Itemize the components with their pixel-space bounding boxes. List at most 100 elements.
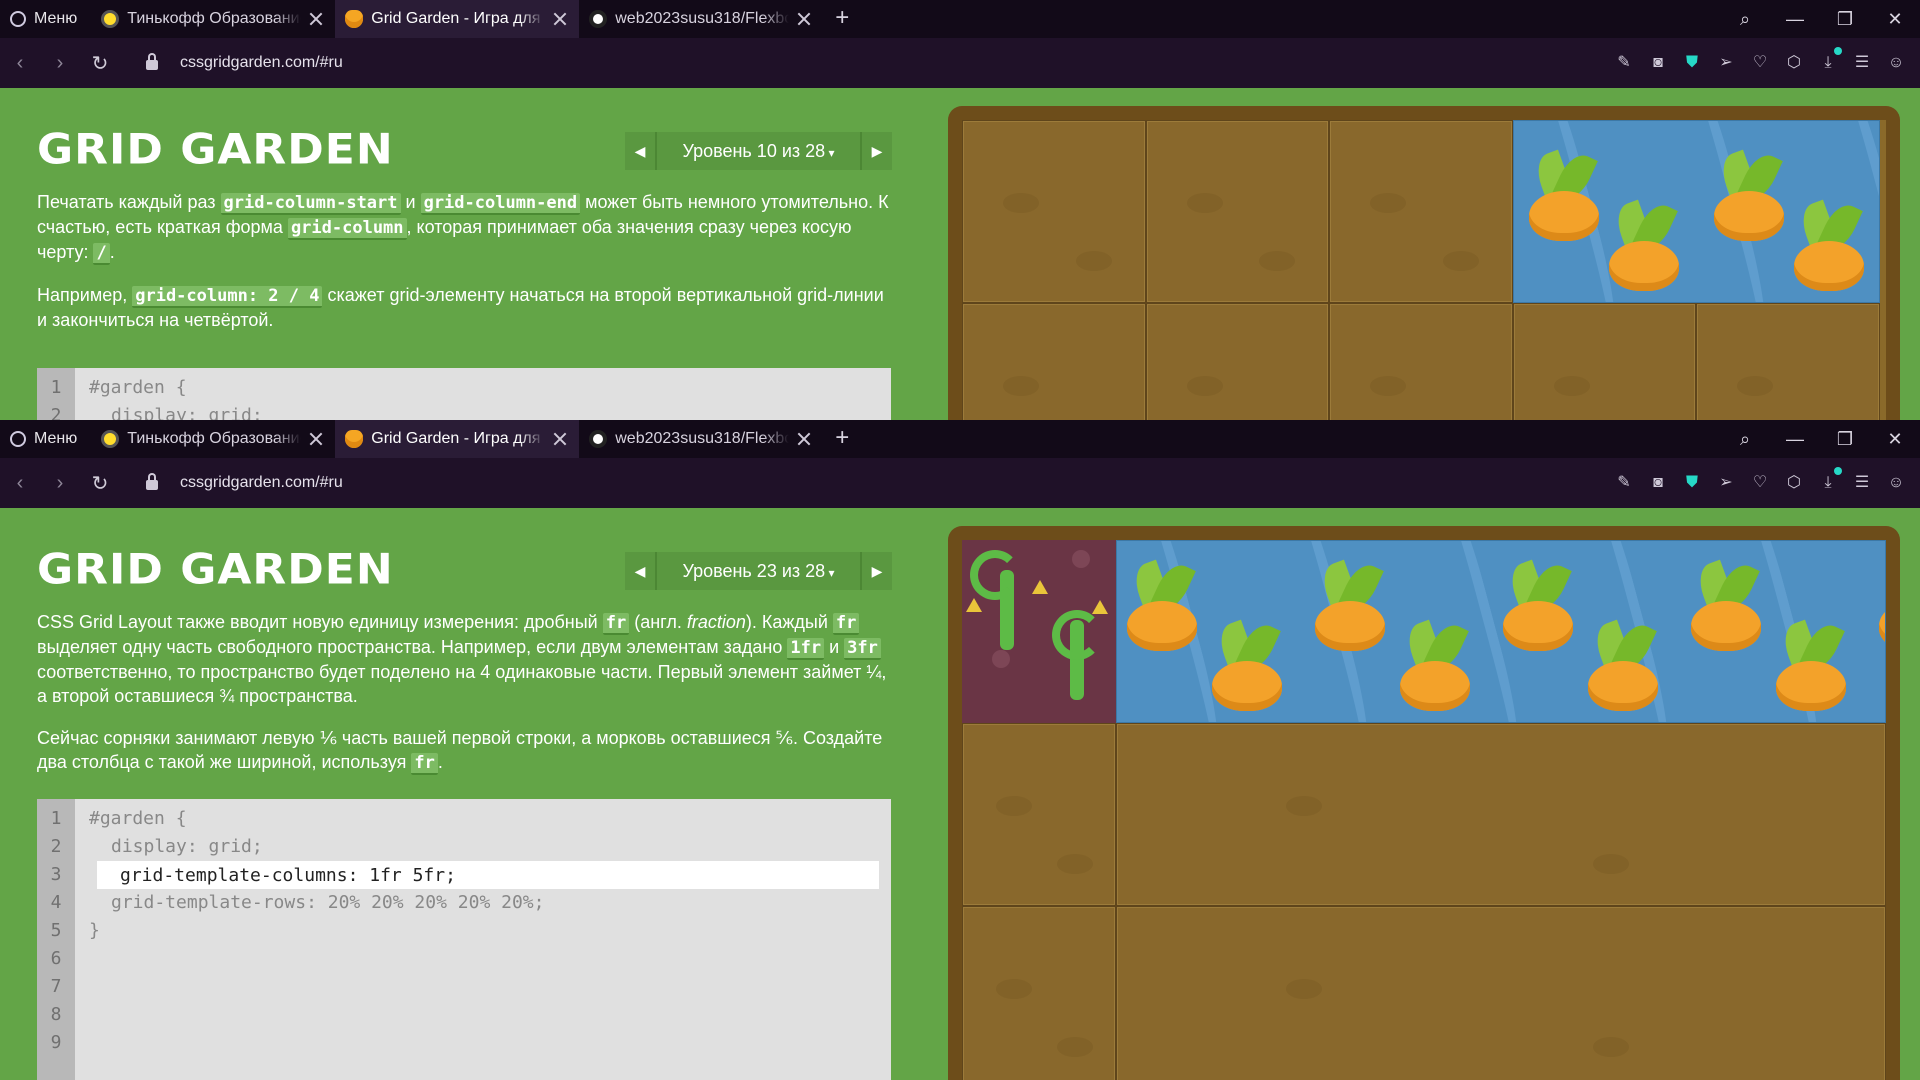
tab-github[interactable]: web2023susu318/Flexbox ·	[579, 0, 823, 38]
code-term: 1fr	[787, 638, 825, 660]
heart-icon[interactable]: ♡	[1750, 53, 1770, 73]
lock-icon[interactable]	[146, 473, 158, 490]
settings-icon[interactable]: ☰	[1852, 53, 1872, 73]
next-level-icon[interactable]: ▶	[860, 132, 892, 170]
menu-label: Меню	[34, 430, 78, 447]
tab-grid-garden[interactable]: Grid Garden - Игра для изу	[335, 0, 580, 38]
search-icon[interactable]: ⌕	[1720, 429, 1770, 450]
page-content: Grid Garden ◀ Уровень 10 из 28 ▶ Печатат…	[0, 88, 1920, 420]
line-number: 7	[50, 976, 62, 997]
profile-icon[interactable]: ☺	[1886, 473, 1906, 493]
grid-garden-icon	[345, 430, 364, 448]
task-paragraph: Сейчас сорняки занимают левую ⅙ часть ва…	[37, 726, 891, 775]
close-tab-icon[interactable]	[553, 432, 567, 446]
carrot-icon	[1776, 611, 1846, 711]
tab-title: Тинькофф Образование	[127, 430, 302, 447]
close-tab-icon[interactable]	[553, 12, 567, 26]
line-number: 5	[50, 920, 62, 941]
forward-icon[interactable]: ›	[40, 472, 80, 495]
level-label[interactable]: Уровень 23 из 28	[657, 561, 860, 582]
close-icon[interactable]: ✕	[1870, 429, 1920, 450]
restore-icon[interactable]: ❐	[1820, 9, 1870, 30]
css-editor[interactable]: 1 2 3 4 5 6 7 8 9 #garden { display: gri…	[37, 799, 891, 1080]
carrot-body	[1503, 601, 1573, 651]
tab-title: web2023susu318/Flexbox ·	[615, 10, 790, 27]
tab-bar: Меню Тинькофф Образование Grid Garden - …	[0, 0, 1920, 38]
github-icon	[589, 10, 608, 28]
new-tab-button[interactable]: +	[823, 0, 861, 38]
tab-tinkoff[interactable]: Тинькофф Образование	[91, 0, 335, 38]
close-tab-icon[interactable]	[797, 12, 811, 26]
url-field[interactable]: cssgridgarden.com/#ru	[180, 54, 343, 72]
restore-icon[interactable]: ❐	[1820, 429, 1870, 450]
minimize-icon[interactable]: —	[1770, 429, 1820, 450]
css-editor[interactable]: 1 2 #garden { display: grid;	[37, 368, 891, 420]
level-selector[interactable]: ◀ Уровень 23 из 28 ▶	[625, 552, 892, 590]
close-tab-icon[interactable]	[309, 432, 323, 446]
text: и	[400, 192, 421, 212]
tab-github[interactable]: web2023susu318/Flexbox ·	[579, 420, 823, 458]
line-number: 8	[50, 1004, 62, 1025]
curl	[1052, 610, 1102, 660]
tab-tinkoff[interactable]: Тинькофф Образование	[91, 420, 335, 458]
download-icon[interactable]: ⤓	[1818, 47, 1842, 73]
opera-menu-button[interactable]: Меню	[0, 0, 91, 38]
camera-icon[interactable]: ◙	[1648, 53, 1668, 73]
send-icon[interactable]: ➢	[1716, 473, 1736, 493]
line-number: 2	[50, 836, 62, 857]
grid-garden-icon	[345, 10, 364, 28]
url-field[interactable]: cssgridgarden.com/#ru	[180, 474, 343, 492]
line-number: 9	[50, 1032, 62, 1053]
code-input-line[interactable]: grid-template-columns: 1fr 5fr;	[97, 861, 879, 889]
minimize-icon[interactable]: —	[1770, 9, 1820, 30]
carrot-icon	[1528, 141, 1599, 241]
water-area	[1512, 120, 1880, 303]
back-icon[interactable]: ‹	[0, 472, 40, 495]
opera-menu-button[interactable]: Меню	[0, 420, 91, 458]
level-label[interactable]: Уровень 10 из 28	[657, 141, 860, 162]
forward-icon[interactable]: ›	[40, 52, 80, 75]
line-number: 2	[50, 405, 62, 420]
level-selector[interactable]: ◀ Уровень 10 из 28 ▶	[625, 132, 892, 170]
snapshot-icon[interactable]: ✎	[1614, 473, 1634, 493]
code-term: grid-column: 2 / 4	[132, 286, 323, 308]
download-icon[interactable]: ⤓	[1818, 467, 1842, 493]
camera-icon[interactable]: ◙	[1648, 473, 1668, 493]
new-tab-button[interactable]: +	[823, 420, 861, 458]
garden-grid	[962, 540, 1886, 1080]
carrot-body	[1776, 661, 1846, 711]
snapshot-icon[interactable]: ✎	[1614, 53, 1634, 73]
settings-icon[interactable]: ☰	[1852, 473, 1872, 493]
search-icon[interactable]: ⌕	[1720, 9, 1770, 30]
close-tab-icon[interactable]	[797, 432, 811, 446]
box-icon[interactable]: ⬡	[1784, 473, 1804, 493]
prev-level-icon[interactable]: ◀	[625, 132, 657, 170]
carrot-body	[1691, 601, 1761, 651]
shield-icon[interactable]: ⛊	[1682, 53, 1702, 73]
lock-icon[interactable]	[146, 53, 158, 70]
prev-level-icon[interactable]: ◀	[625, 552, 657, 590]
profile-icon[interactable]: ☺	[1886, 53, 1906, 73]
close-tab-icon[interactable]	[309, 12, 323, 26]
tab-grid-garden[interactable]: Grid Garden - Игра для изу	[335, 420, 580, 458]
carrot-icon	[1212, 611, 1282, 711]
soil-cell	[1329, 303, 1513, 420]
reload-icon[interactable]: ↻	[80, 471, 120, 496]
code-term: fr	[832, 613, 860, 635]
garden-grid	[962, 120, 1886, 420]
box-icon[interactable]: ⬡	[1784, 53, 1804, 73]
back-icon[interactable]: ‹	[0, 52, 40, 75]
shield-icon[interactable]: ⛊	[1682, 473, 1702, 493]
tinkoff-icon	[101, 430, 120, 448]
reload-icon[interactable]: ↻	[80, 51, 120, 76]
heart-icon[interactable]: ♡	[1750, 473, 1770, 493]
code-term: grid-column-start	[220, 193, 401, 215]
address-bar: ‹ › ↻ cssgridgarden.com/#ru ✎ ◙ ⛊ ➢ ♡ ⬡ …	[0, 458, 1920, 508]
code-term: fr	[411, 753, 438, 775]
carrot-icon	[1503, 551, 1573, 651]
close-icon[interactable]: ✕	[1870, 9, 1920, 30]
next-level-icon[interactable]: ▶	[860, 552, 892, 590]
send-icon[interactable]: ➢	[1716, 53, 1736, 73]
